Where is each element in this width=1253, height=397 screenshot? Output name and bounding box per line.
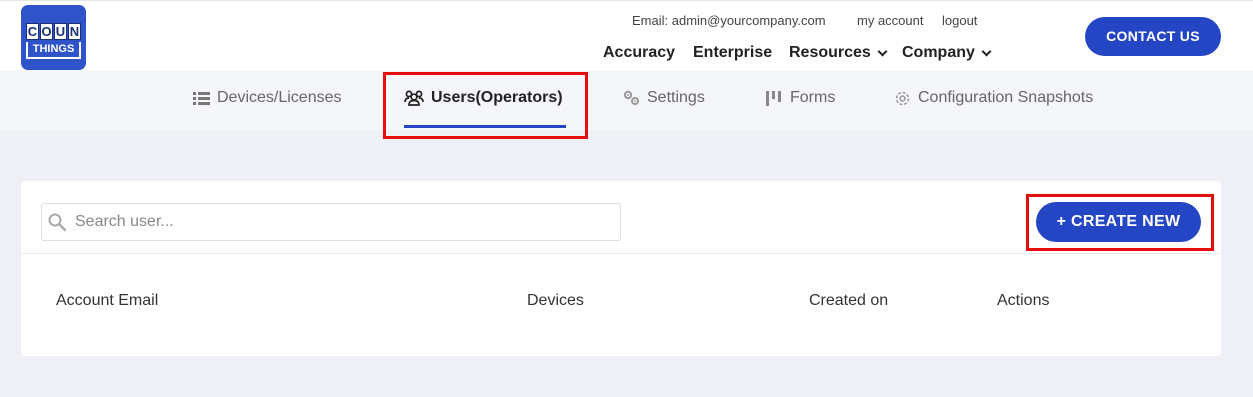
search-placeholder: Search user... — [75, 213, 174, 230]
logo-letter: O — [40, 23, 53, 40]
search-icon — [47, 212, 67, 232]
top-navbar: C O U N THINGS Email: admin@yourcompany.… — [0, 0, 1253, 70]
tab-configuration-snapshots[interactable]: Configuration Snapshots — [894, 89, 1093, 107]
tab-devices-licenses[interactable]: Devices/Licenses — [193, 89, 342, 107]
column-header-devices[interactable]: Devices — [527, 292, 584, 310]
tab-bar: Devices/Licenses Users(Operators) Settin — [0, 70, 1253, 130]
contact-us-button[interactable]: CONTACT US — [1085, 17, 1221, 56]
tab-forms[interactable]: Forms — [766, 89, 835, 107]
chevron-down-icon — [877, 46, 888, 56]
logout-link[interactable]: logout — [942, 13, 977, 28]
search-input[interactable]: Search user... — [41, 203, 621, 241]
tab-label: Configuration Snapshots — [918, 89, 1094, 106]
logo-letter: C — [26, 23, 39, 40]
logo-letter: U — [54, 23, 67, 40]
gears-icon — [623, 90, 640, 106]
logo-letters: C O U N — [26, 23, 81, 40]
logo-letter: N — [68, 23, 81, 40]
column-header-account-email[interactable]: Account Email — [56, 292, 158, 310]
logo-subtext: THINGS — [26, 42, 81, 59]
nav-accuracy-label: Accuracy — [603, 44, 676, 61]
nav-company[interactable]: Company — [902, 44, 992, 62]
tab-label: Settings — [647, 89, 705, 106]
column-header-actions: Actions — [997, 292, 1050, 309]
forms-icon — [766, 90, 783, 106]
countthings-logo[interactable]: C O U N THINGS — [21, 5, 86, 70]
nav-company-label: Company — [902, 44, 975, 61]
chevron-down-icon — [981, 46, 992, 56]
divider — [21, 253, 1221, 254]
tab-label: Forms — [790, 89, 836, 106]
nav-enterprise[interactable]: Enterprise — [693, 44, 772, 62]
gear-icon — [894, 90, 911, 107]
tab-label: Devices/Licenses — [217, 89, 342, 106]
my-account-link[interactable]: my account — [857, 13, 923, 28]
tab-settings[interactable]: Settings — [623, 89, 705, 107]
nav-resources-label: Resources — [789, 44, 871, 61]
nav-accuracy[interactable]: Accuracy — [603, 44, 675, 62]
user-email: Email: admin@yourcompany.com — [632, 13, 826, 28]
list-icon — [193, 91, 210, 105]
nav-resources[interactable]: Resources — [789, 44, 888, 62]
highlight-box-users-tab — [383, 72, 588, 139]
nav-enterprise-label: Enterprise — [693, 44, 773, 61]
column-header-created-on[interactable]: Created on — [809, 292, 888, 310]
highlight-box-create-new — [1026, 194, 1214, 251]
